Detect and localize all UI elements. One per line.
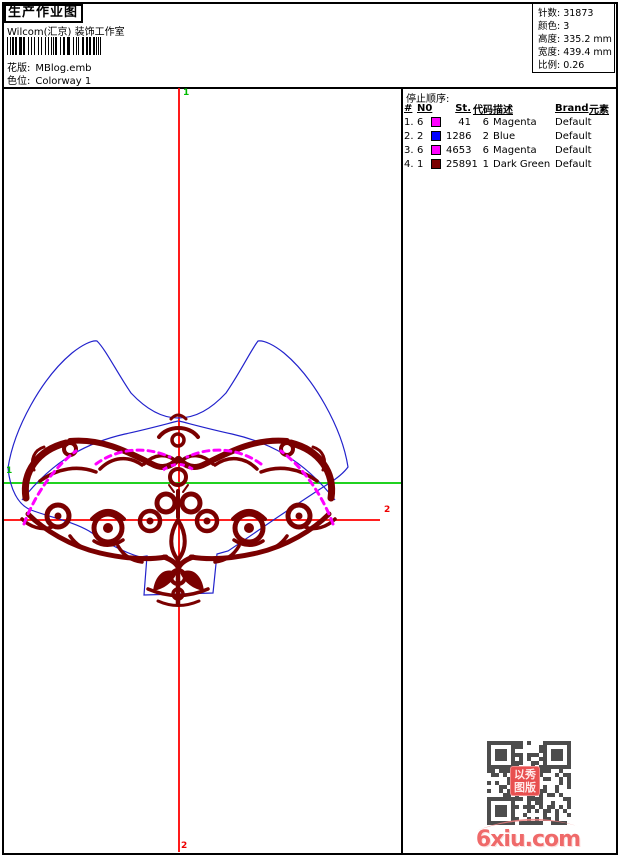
start-marker-left: 1: [6, 466, 13, 476]
watermark-site: 6xiu.com: [475, 827, 581, 852]
design-canvas: [4, 88, 401, 852]
lace-motif-center: [146, 413, 210, 607]
start-marker-top: 1: [183, 88, 190, 98]
end-marker-bottom: 2: [181, 841, 188, 851]
copyright-seal: 以秀 图版: [510, 766, 540, 796]
end-marker-right: 2: [384, 505, 391, 515]
